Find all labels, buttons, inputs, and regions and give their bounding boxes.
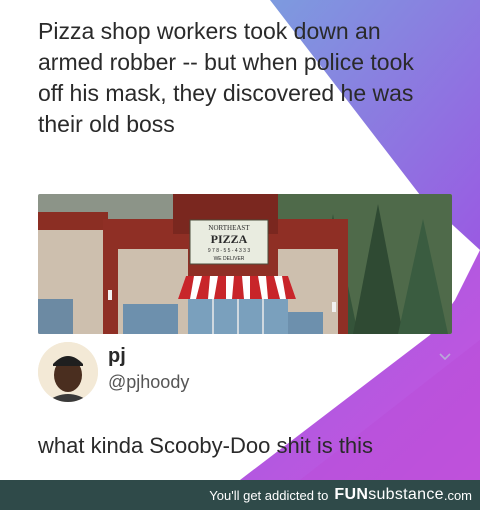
chevron-down-icon[interactable] [438, 350, 452, 364]
author-name[interactable]: pj [108, 345, 126, 368]
brand-light: substance [368, 486, 444, 503]
brand-logo[interactable]: FUNsubstance [334, 486, 443, 504]
tweet-text: what kinda Scooby-Doo shit is this [38, 433, 374, 458]
footer-tagline: You'll get addicted to [209, 487, 329, 503]
brand-bold: FUN [334, 486, 369, 503]
post-headline: Pizza shop workers took down an armed ro… [38, 18, 414, 137]
sign-line-4: WE DELIVER [214, 256, 245, 262]
sign-line-3: 9 7 8 - 5 5 - 4 3 3 3 [208, 248, 250, 254]
pizza-shop-photo: NORTHEAST PIZZA 9 7 8 - 5 5 - 4 3 3 3 WE… [38, 194, 452, 334]
author-handle[interactable]: @pjhoody [108, 372, 189, 393]
avatar[interactable] [38, 342, 98, 402]
site-footer: You'll get addicted to FUNsubstance .com [0, 480, 480, 510]
sign-line-1: NORTHEAST [208, 224, 250, 232]
sign-line-2: PIZZA [211, 232, 248, 246]
brand-domain: .com [443, 487, 472, 503]
